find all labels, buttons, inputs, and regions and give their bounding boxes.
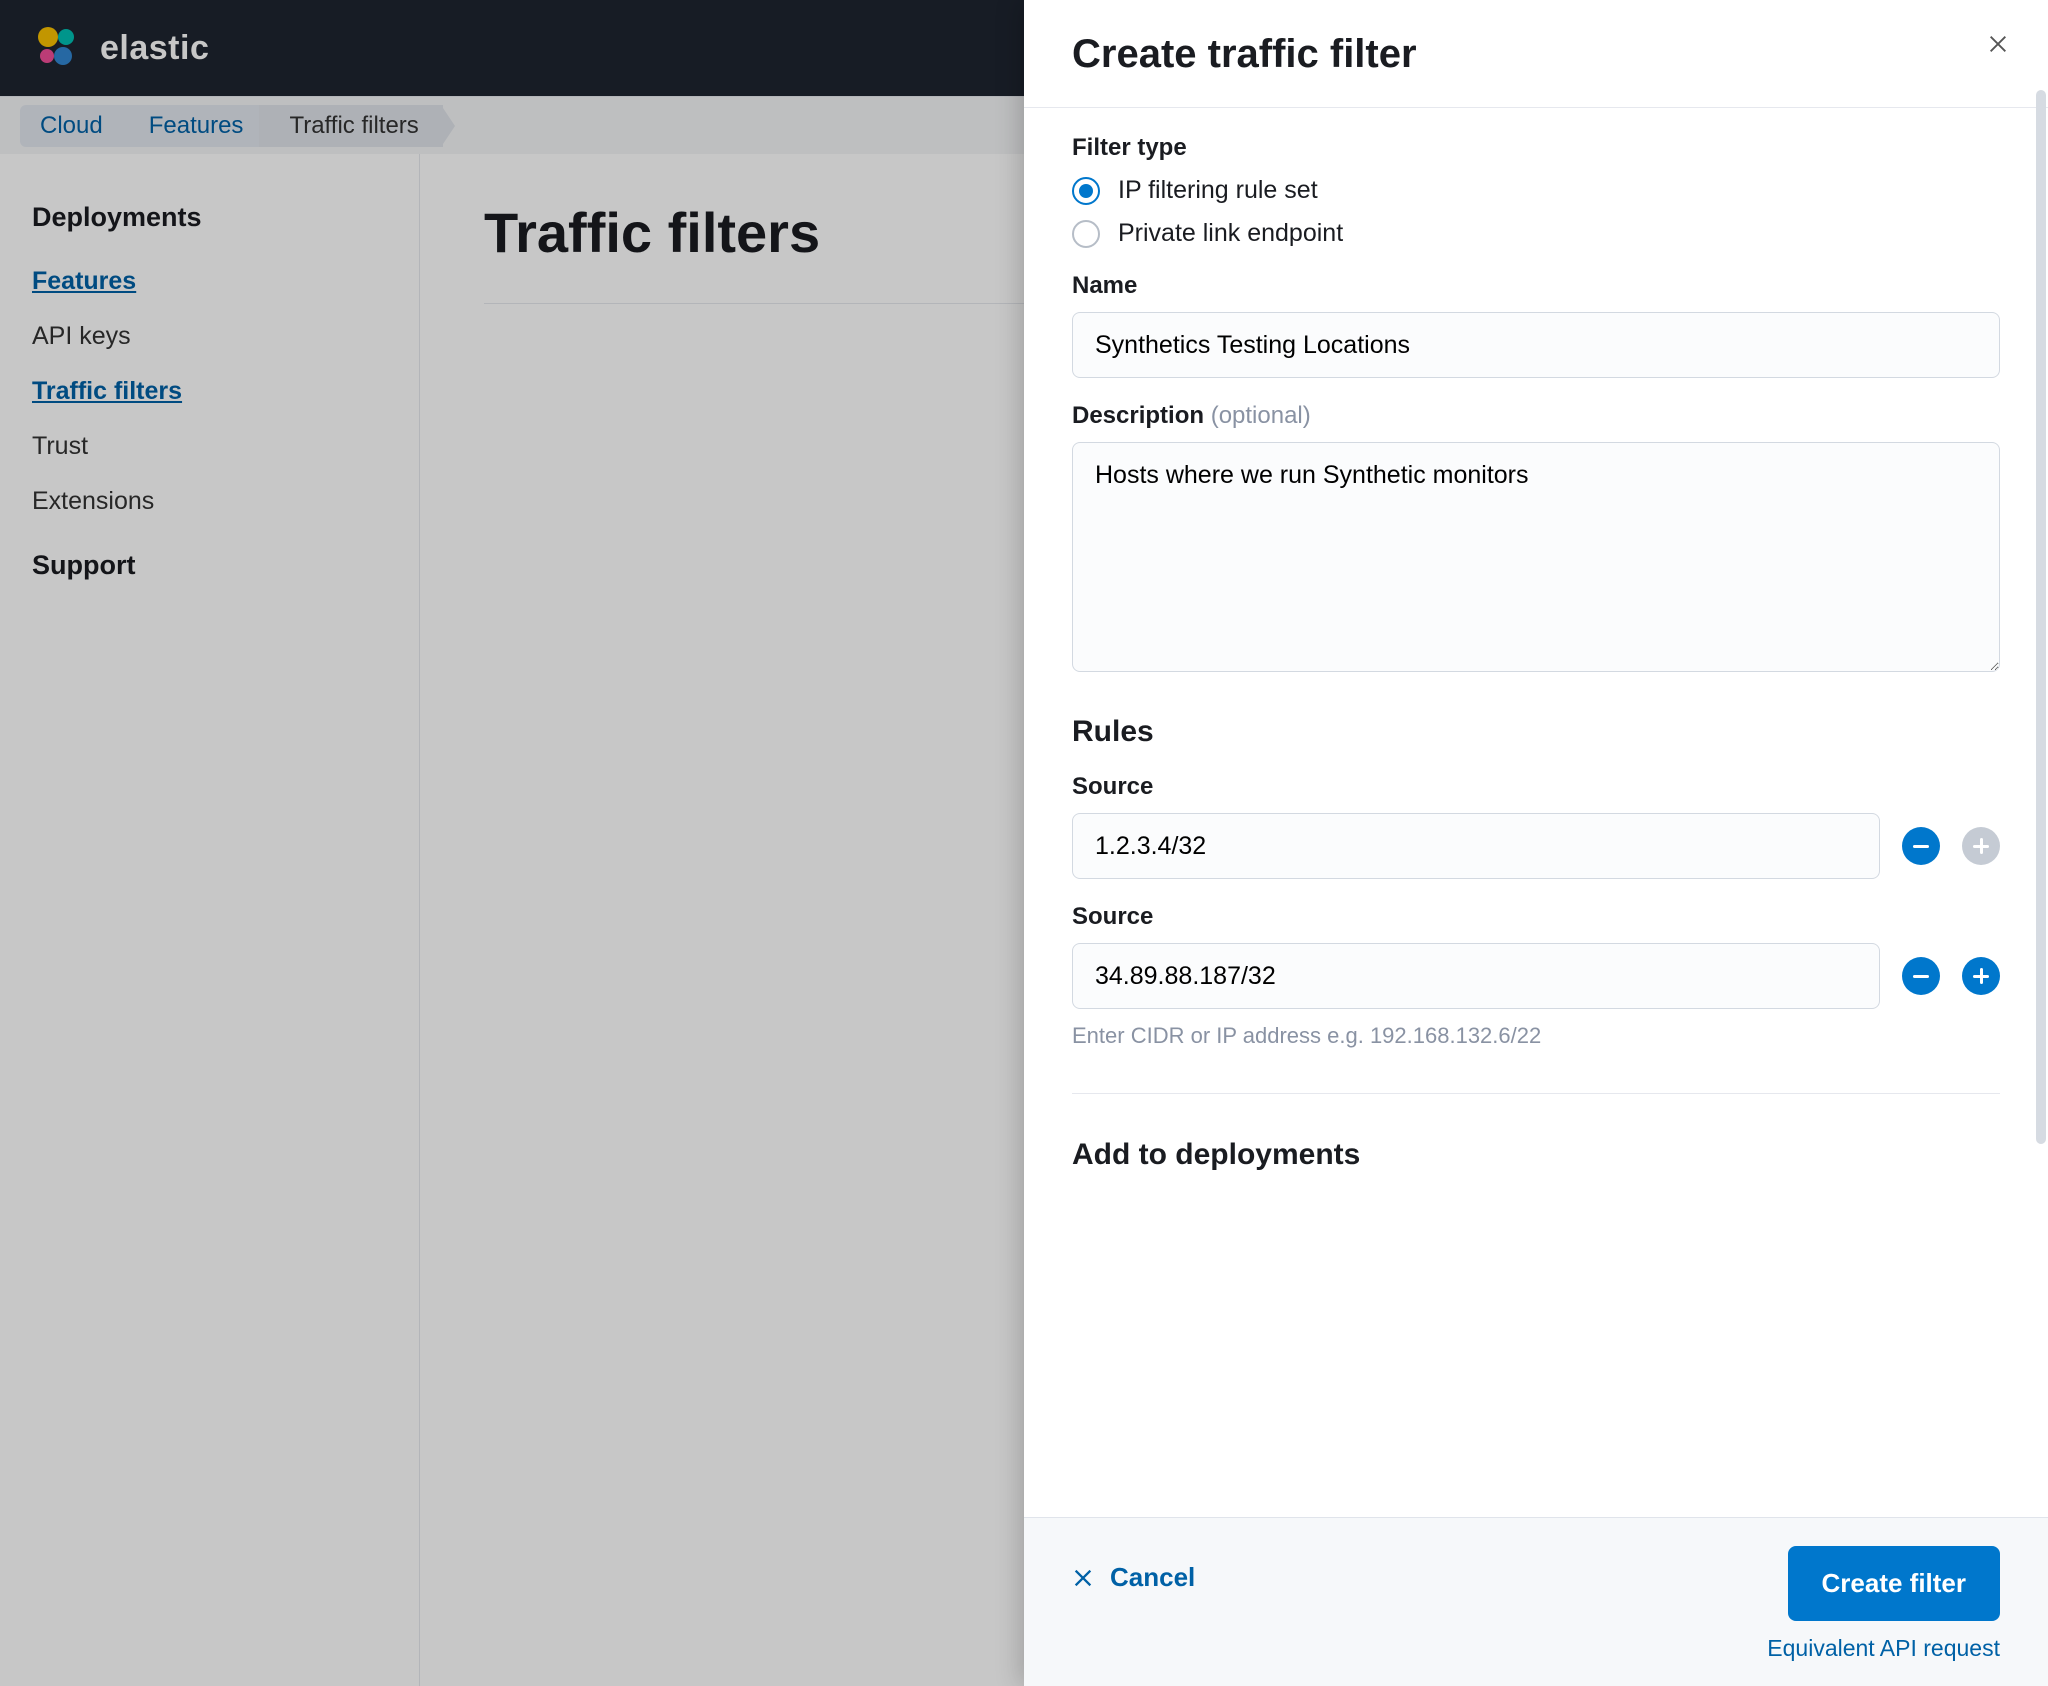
radio-private-link[interactable]: Private link endpoint bbox=[1072, 219, 2000, 248]
radio-pl-label: Private link endpoint bbox=[1118, 219, 1343, 248]
flyout-title: Create traffic filter bbox=[1024, 0, 2048, 108]
filter-type-label: Filter type bbox=[1072, 134, 2000, 162]
cancel-button[interactable]: Cancel bbox=[1072, 1546, 1195, 1609]
rule-row-0 bbox=[1072, 813, 2000, 879]
description-label: Description (optional) bbox=[1072, 402, 2000, 430]
source-input-0[interactable] bbox=[1072, 813, 1880, 879]
source-input-1[interactable] bbox=[1072, 943, 1880, 1009]
create-filter-button[interactable]: Create filter bbox=[1788, 1546, 2001, 1621]
close-icon bbox=[1072, 1567, 1094, 1589]
radio-checked-icon bbox=[1072, 177, 1100, 205]
source-label-0: Source bbox=[1072, 773, 2000, 801]
source-label-1: Source bbox=[1072, 903, 2000, 931]
add-rule-button-disabled bbox=[1962, 827, 2000, 865]
add-rule-button[interactable] bbox=[1962, 957, 2000, 995]
close-icon bbox=[1987, 33, 2009, 55]
radio-ip-label: IP filtering rule set bbox=[1118, 176, 1318, 205]
flyout-footer: Cancel Create filter Equivalent API requ… bbox=[1024, 1517, 2048, 1686]
divider bbox=[1072, 1093, 2000, 1094]
equivalent-api-request-link[interactable]: Equivalent API request bbox=[1767, 1635, 2000, 1662]
name-label: Name bbox=[1072, 272, 2000, 300]
close-button[interactable] bbox=[1978, 24, 2018, 64]
source-help-text: Enter CIDR or IP address e.g. 192.168.13… bbox=[1072, 1023, 2000, 1049]
remove-rule-button[interactable] bbox=[1902, 957, 1940, 995]
flyout-body[interactable]: Filter type IP filtering rule set Privat… bbox=[1024, 108, 2048, 1517]
radio-ip-filtering[interactable]: IP filtering rule set bbox=[1072, 176, 2000, 205]
plus-icon bbox=[1973, 968, 1989, 984]
minus-icon bbox=[1913, 975, 1929, 978]
minus-icon bbox=[1913, 845, 1929, 848]
name-input[interactable] bbox=[1072, 312, 2000, 378]
plus-icon bbox=[1973, 838, 1989, 854]
rules-heading: Rules bbox=[1072, 715, 2000, 749]
remove-rule-button[interactable] bbox=[1902, 827, 1940, 865]
rule-row-1 bbox=[1072, 943, 2000, 1009]
description-textarea[interactable]: Hosts where we run Synthetic monitors bbox=[1072, 442, 2000, 672]
add-to-deployments-heading: Add to deployments bbox=[1072, 1138, 2000, 1172]
radio-unchecked-icon bbox=[1072, 220, 1100, 248]
create-filter-flyout: Create traffic filter Filter type IP fil… bbox=[1024, 0, 2048, 1686]
